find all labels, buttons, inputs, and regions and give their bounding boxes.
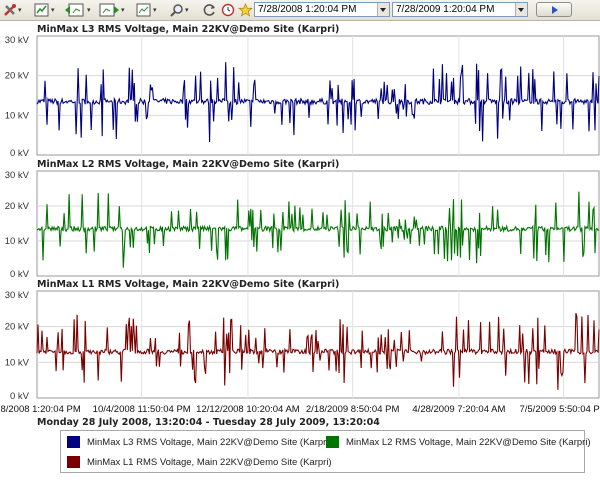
bar-add-icon[interactable]: ▾ [34, 2, 55, 18]
magnifier-icon[interactable]: ▾ [170, 2, 189, 18]
legend-swatch-l3 [67, 436, 80, 448]
end-date-value: 7/28/2009 1:20:04 PM [396, 4, 495, 15]
y-tick-label: 0 kV [10, 391, 30, 402]
voltage-chart: 0 kV 10 kV 20 kV 30 kV MinMax L3 RMS Voltage… [0, 24, 600, 428]
date-range-label: Monday 28 July 2008, 13:20:04 - Tuesday … [37, 417, 380, 428]
y-tick-label: 10 kV [5, 110, 30, 121]
x-tick-label: 10/4/2008 11:50:04 PM [93, 404, 191, 415]
legend: MinMax L3 RMS Voltage, Main 22KV@Demo Si… [60, 430, 591, 473]
refresh-icon[interactable] [203, 2, 217, 18]
tools-icon[interactable]: ▾ [3, 2, 22, 18]
star-icon[interactable] [238, 2, 253, 18]
y-tick-label: 10 kV [5, 357, 30, 368]
end-date-picker[interactable]: 7/28/2009 1:20:04 PM [392, 2, 528, 17]
chevron-down-icon[interactable] [377, 3, 389, 16]
plot-area [36, 35, 600, 156]
x-tick-label: 4/28/2009 7:20:04 AM [412, 404, 505, 415]
panel-title: MinMax L3 RMS Voltage, Main 22KV@Demo Si… [37, 24, 339, 35]
chevron-down-icon[interactable] [515, 3, 527, 16]
legend-label-l3: MinMax L3 RMS Voltage, Main 22KV@Demo Si… [87, 436, 332, 448]
start-date-picker[interactable]: 7/28/2008 1:20:04 PM [254, 2, 390, 17]
legend-swatch-l1 [67, 456, 80, 468]
legend-item-l1: MinMax L1 RMS Voltage, Main 22KV@Demo Si… [67, 456, 332, 468]
bar-zoom-icon[interactable]: ▾ [136, 2, 157, 18]
history-icon[interactable] [221, 2, 235, 18]
x-tick-label: 12/12/2008 10:20:04 AM [196, 404, 300, 415]
legend-item-l2: MinMax L2 RMS Voltage, Main 22KV@Demo Si… [326, 436, 591, 448]
y-tick-label: 30 kV [5, 290, 30, 301]
x-tick-label: 7/28/2008 1:20:04 PM [0, 404, 81, 415]
legend-label-l1: MinMax L1 RMS Voltage, Main 22KV@Demo Si… [87, 456, 332, 468]
panel-title: MinMax L1 RMS Voltage, Main 22KV@Demo Si… [37, 279, 339, 290]
y-tick-label: 0 kV [10, 148, 30, 159]
y-tick-label: 20 kV [5, 322, 30, 333]
y-tick-label: 30 kV [5, 170, 30, 181]
legend-swatch-l2 [326, 436, 339, 448]
plot-area [36, 170, 600, 277]
y-tick-label: 10 kV [5, 236, 30, 247]
legend-label-l2: MinMax L2 RMS Voltage, Main 22KV@Demo Si… [346, 436, 591, 448]
bar-back-icon[interactable]: ▾ [64, 2, 91, 18]
start-date-value: 7/28/2008 1:20:04 PM [258, 4, 357, 15]
x-tick-label: 2/18/2009 8:50:04 PM [306, 404, 400, 415]
y-tick-label: 30 kV [5, 35, 30, 46]
x-tick-label: 7/5/2009 5:50:04 PM [519, 404, 600, 415]
toolbar: ▾ ▾ ▾ ▾ ▾ ▾ 7/28/2008 1:20:04 PM 7/28/20… [0, 0, 600, 21]
legend-item-l3: MinMax L3 RMS Voltage, Main 22KV@Demo Si… [67, 436, 332, 448]
y-tick-label: 20 kV [5, 201, 30, 212]
y-tick-label: 20 kV [5, 71, 30, 82]
play-button[interactable] [536, 2, 572, 17]
y-tick-label: 0 kV [10, 269, 30, 280]
bar-forward-icon[interactable]: ▾ [98, 2, 125, 18]
panel-title: MinMax L2 RMS Voltage, Main 22KV@Demo Si… [37, 159, 339, 170]
